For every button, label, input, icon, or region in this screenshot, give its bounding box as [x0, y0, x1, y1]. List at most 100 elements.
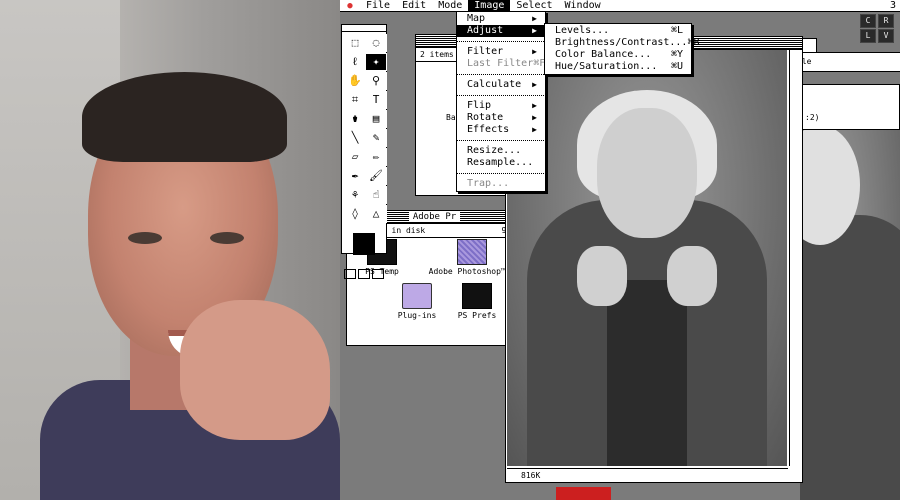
submenu-arrow-icon: ▶	[532, 80, 537, 89]
marquee-tool-icon[interactable]: ⬚	[344, 34, 366, 52]
screen-modes	[342, 269, 386, 279]
presenter-hair	[82, 72, 287, 162]
presenter-eye-right	[210, 232, 244, 244]
image-menu-dropdown: Map ▶ Adjust ▶ Filter ▶ Last Filter ⌘F Calculate…	[456, 11, 546, 192]
desktop-button-v[interactable]: V	[878, 29, 894, 43]
menu-file[interactable]: File	[360, 0, 396, 11]
menu-item-flip[interactable]: Flip ▶	[457, 100, 545, 112]
submenu-shortcut: ⌘B	[687, 37, 700, 48]
menu-separator	[457, 95, 545, 96]
submenu-arrow-icon: ▶	[532, 14, 537, 23]
menu-image[interactable]: Image	[468, 0, 511, 11]
photo-hand-left	[577, 246, 627, 306]
background-photo-window[interactable]	[800, 125, 900, 500]
smudge-tool-icon[interactable]: ☝	[365, 186, 387, 204]
pencil-tool-icon[interactable]: ✏	[365, 148, 387, 166]
menu-separator	[457, 173, 545, 174]
line-tool-icon[interactable]: ╲	[344, 129, 366, 147]
submenu-arrow-icon: ▶	[532, 47, 537, 56]
paint-bucket-tool-icon[interactable]: ⚱	[344, 110, 366, 128]
mode-icon-1[interactable]	[344, 269, 356, 279]
ellipse-marquee-tool-icon[interactable]: ◌	[365, 34, 387, 52]
submenu-item-hue-saturation[interactable]: Hue/Saturation... ⌘U	[545, 61, 691, 73]
red-strip	[556, 487, 611, 500]
submenu-shortcut: ⌘U	[670, 61, 683, 72]
menu-separator	[457, 140, 545, 141]
menu-item-last-filter[interactable]: Last Filter ⌘F	[457, 58, 545, 70]
partial-window-right: ble	[792, 52, 900, 72]
menu-item-resize[interactable]: Resize...	[457, 145, 545, 157]
blur-tool-icon[interactable]: ◊	[344, 205, 366, 223]
crop-tool-icon[interactable]: ⌗	[344, 91, 366, 109]
desktop-button-r[interactable]: R	[878, 14, 894, 28]
menu-item-trap[interactable]: Trap...	[457, 178, 545, 190]
menu-item-effects[interactable]: Effects ▶	[457, 124, 545, 136]
partial-label: Ba	[446, 113, 456, 122]
adjust-submenu: Levels... ⌘L Brightness/Contrast... ⌘B Color…	[544, 23, 700, 75]
folder-icon	[402, 283, 432, 309]
eyedropper-tool-icon[interactable]: ✎	[365, 129, 387, 147]
photo-canvas[interactable]	[507, 50, 787, 466]
menu-item-resample[interactable]: Resample...	[457, 157, 545, 169]
lasso-tool-icon[interactable]: ℓ	[344, 53, 366, 71]
gradient-tool-icon[interactable]: ▤	[365, 110, 387, 128]
apple-menu-icon[interactable]: ●	[340, 1, 360, 11]
tool-grid: ⬚ ◌ ℓ ✦ ✋ ⚲ ⌗ T ⚱ ▤ ╲ ✎ ▱ ✏ ✒ 🖌 ⚘ ☝ ◊ △	[342, 32, 387, 225]
submenu-arrow-icon: ▶	[532, 26, 537, 35]
sharpen-tool-icon[interactable]: △	[365, 205, 387, 223]
submenu-item-label: Brightness/Contrast...	[555, 37, 688, 48]
vertical-scrollbar[interactable]	[789, 50, 802, 466]
mode-icon-2[interactable]	[358, 269, 370, 279]
submenu-item-color-balance[interactable]: Color Balance... ⌘Y	[545, 49, 691, 61]
menu-item-label: Resize...	[467, 145, 522, 156]
magic-wand-tool-icon[interactable]: ✦	[365, 53, 387, 71]
menu-item-label: Resample...	[467, 157, 534, 168]
menu-item-label: Flip	[467, 100, 492, 111]
submenu-item-brightness-contrast[interactable]: Brightness/Contrast... ⌘B	[545, 37, 700, 49]
horizontal-scrollbar[interactable]: 816K	[507, 468, 788, 482]
eraser-tool-icon[interactable]: ▱	[344, 148, 366, 166]
desktop-button-c[interactable]: C	[860, 14, 876, 28]
type-tool-icon[interactable]: T	[365, 91, 387, 109]
submenu-shortcut: ⌘Y	[670, 49, 683, 60]
presenter-hand	[180, 300, 330, 440]
menu-edit[interactable]: Edit	[396, 0, 432, 11]
menu-separator	[457, 74, 545, 75]
menu-item-adjust[interactable]: Adjust ▶	[457, 25, 545, 37]
ps-prefs-label: PS Prefs	[457, 311, 497, 320]
submenu-shortcut: ⌘L	[670, 25, 683, 36]
menu-item-label: Map	[467, 13, 486, 24]
foreground-color-swatch[interactable]	[353, 233, 375, 255]
menu-window[interactable]: Window	[559, 0, 607, 11]
menu-item-rotate[interactable]: Rotate ▶	[457, 112, 545, 124]
palette-title-bar[interactable]	[342, 25, 386, 32]
menu-item-map[interactable]: Map ▶	[457, 13, 545, 25]
webcam-feed	[0, 0, 340, 500]
photo-blazer-bg	[800, 215, 900, 500]
zoom-tool-icon[interactable]: ⚲	[365, 72, 387, 90]
menu-item-label: Filter	[467, 46, 504, 57]
image-size-label: 816K	[521, 471, 541, 480]
menubar-clock: 3	[889, 0, 896, 11]
submenu-arrow-icon: ▶	[532, 113, 537, 122]
ps-prefs-icon[interactable]: PS Prefs	[442, 283, 512, 320]
submenu-arrow-icon: ▶	[532, 101, 537, 110]
mac-desktop: 2 items Ba 2) ble :2) Adobe Pr 71.6 MB i…	[340, 0, 900, 500]
submenu-arrow-icon: ▶	[532, 125, 537, 134]
airbrush-tool-icon[interactable]: ✒	[344, 167, 366, 185]
brush-tool-icon[interactable]: 🖌	[365, 167, 387, 185]
menu-mode[interactable]: Mode	[432, 0, 468, 11]
menu-item-filter[interactable]: Filter ▶	[457, 46, 545, 58]
menu-item-label: Calculate	[467, 79, 522, 90]
prefs-file-icon	[462, 283, 492, 309]
hand-tool-icon[interactable]: ✋	[344, 72, 366, 90]
submenu-item-levels[interactable]: Levels... ⌘L	[545, 25, 691, 37]
mode-icon-3[interactable]	[372, 269, 384, 279]
stamp-tool-icon[interactable]: ⚘	[344, 186, 366, 204]
image-document-window[interactable]: 816K	[505, 36, 803, 483]
desktop-button-l[interactable]: L	[860, 29, 876, 43]
menu-item-label: Rotate	[467, 112, 504, 123]
tool-palette: ⬚ ◌ ℓ ✦ ✋ ⚲ ⌗ T ⚱ ▤ ╲ ✎ ▱ ✏ ✒ 🖌 ⚘ ☝ ◊ △	[341, 24, 387, 279]
menu-select[interactable]: Select	[510, 0, 558, 11]
menu-item-calculate[interactable]: Calculate ▶	[457, 79, 545, 91]
